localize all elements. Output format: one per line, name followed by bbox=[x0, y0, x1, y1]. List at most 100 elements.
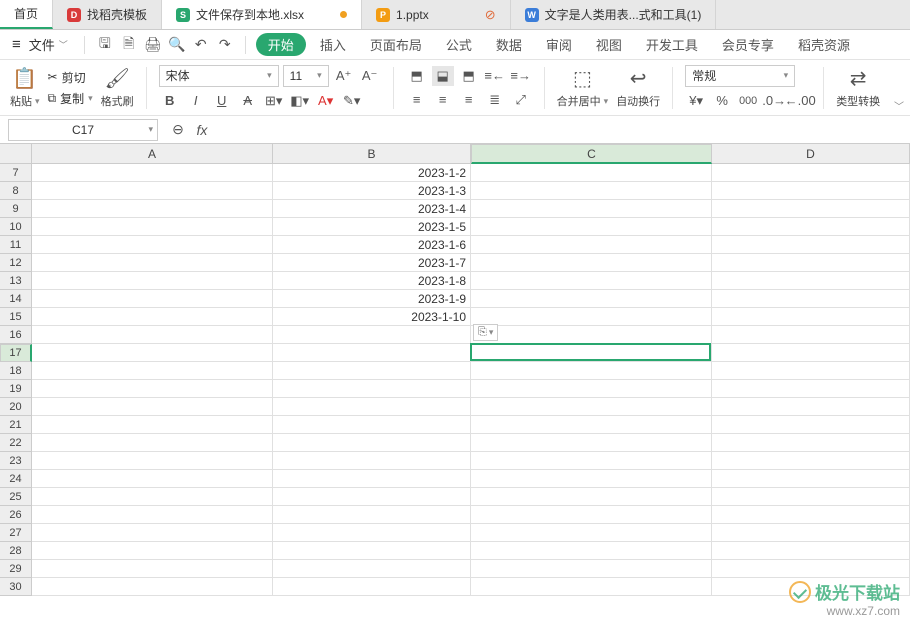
cell-D13[interactable] bbox=[712, 272, 910, 290]
sheet-area[interactable]: ABCD 2023-1-22023-1-32023-1-42023-1-5202… bbox=[32, 144, 910, 626]
print-icon[interactable]: 🖨 bbox=[143, 35, 163, 55]
cell-C7[interactable] bbox=[471, 164, 712, 182]
cell-A24[interactable] bbox=[32, 470, 273, 488]
tab-home[interactable]: 首页 bbox=[0, 0, 53, 29]
format-painter-button[interactable]: 🖌 格式刷 bbox=[101, 66, 134, 109]
row-header-9[interactable]: 9 bbox=[0, 200, 32, 218]
cell-C9[interactable] bbox=[471, 200, 712, 218]
row-header-19[interactable]: 19 bbox=[0, 380, 32, 398]
cell-B16[interactable] bbox=[273, 326, 471, 344]
row-header-7[interactable]: 7 bbox=[0, 164, 32, 182]
cell-A16[interactable] bbox=[32, 326, 273, 344]
undo-icon[interactable]: ↶ bbox=[191, 35, 211, 55]
decrease-decimal-button[interactable]: .0→ bbox=[763, 91, 785, 111]
cell-D7[interactable] bbox=[712, 164, 910, 182]
cell-D25[interactable] bbox=[712, 488, 910, 506]
cell-A29[interactable] bbox=[32, 560, 273, 578]
strike-button[interactable]: A bbox=[237, 91, 259, 111]
cell-B28[interactable] bbox=[273, 542, 471, 560]
cell-B26[interactable] bbox=[273, 506, 471, 524]
collapse-ribbon-button[interactable]: ﹀ bbox=[894, 98, 904, 113]
row-header-22[interactable]: 22 bbox=[0, 434, 32, 452]
cell-C18[interactable] bbox=[471, 362, 712, 380]
row-header-21[interactable]: 21 bbox=[0, 416, 32, 434]
orientation-button[interactable]: ⤢ bbox=[510, 90, 532, 110]
underline-button[interactable]: U bbox=[211, 91, 233, 111]
cell-B15[interactable]: 2023-1-10 bbox=[273, 308, 471, 326]
cut-button[interactable]: ✂剪切 bbox=[48, 69, 93, 86]
cell-A26[interactable] bbox=[32, 506, 273, 524]
paste-options-button[interactable]: ⎘▾ bbox=[473, 324, 498, 341]
cell-A28[interactable] bbox=[32, 542, 273, 560]
cell-A30[interactable] bbox=[32, 578, 273, 596]
column-header-C[interactable]: C bbox=[471, 144, 712, 164]
cell-D11[interactable] bbox=[712, 236, 910, 254]
row-header-14[interactable]: 14 bbox=[0, 290, 32, 308]
fx-button[interactable]: fx bbox=[190, 122, 214, 138]
cell-D12[interactable] bbox=[712, 254, 910, 272]
justify-button[interactable]: ≣ bbox=[484, 90, 506, 110]
cell-A13[interactable] bbox=[32, 272, 273, 290]
decrease-font-button[interactable]: A⁻ bbox=[359, 66, 381, 86]
row-header-25[interactable]: 25 bbox=[0, 488, 32, 506]
cell-D16[interactable] bbox=[712, 326, 910, 344]
cell-A12[interactable] bbox=[32, 254, 273, 272]
paste-button[interactable]: 📋 粘贴▾ bbox=[10, 66, 40, 109]
row-header-17[interactable]: 17 bbox=[0, 344, 32, 362]
cell-C26[interactable] bbox=[471, 506, 712, 524]
highlight-button[interactable]: ✎▾ bbox=[341, 91, 363, 111]
cell-A23[interactable] bbox=[32, 452, 273, 470]
align-center-button[interactable]: ≡ bbox=[432, 90, 454, 110]
hamburger-icon[interactable]: ≡ bbox=[8, 36, 25, 53]
align-bottom-button[interactable]: ⬒ bbox=[458, 66, 480, 86]
cell-A7[interactable] bbox=[32, 164, 273, 182]
cell-C12[interactable] bbox=[471, 254, 712, 272]
cell-A17[interactable] bbox=[32, 344, 273, 362]
indent-decrease-button[interactable]: ≡← bbox=[484, 66, 506, 86]
row-header-15[interactable]: 15 bbox=[0, 308, 32, 326]
cell-C13[interactable] bbox=[471, 272, 712, 290]
indent-increase-button[interactable]: ≡→ bbox=[510, 66, 532, 86]
menu-devtools[interactable]: 开发工具 bbox=[636, 35, 708, 54]
cell-D20[interactable] bbox=[712, 398, 910, 416]
wrap-text-button[interactable]: ↩ 自动换行 bbox=[616, 66, 660, 109]
cell-B9[interactable]: 2023-1-4 bbox=[273, 200, 471, 218]
cell-D28[interactable] bbox=[712, 542, 910, 560]
tab-xlsx[interactable]: S文件保存到本地.xlsx bbox=[162, 0, 362, 29]
menu-view[interactable]: 视图 bbox=[586, 35, 632, 54]
align-left-button[interactable]: ≡ bbox=[406, 90, 428, 110]
name-box[interactable]: C17 ▾ bbox=[8, 119, 158, 141]
cell-C17[interactable] bbox=[471, 344, 712, 362]
row-header-8[interactable]: 8 bbox=[0, 182, 32, 200]
save-as-icon[interactable]: 🗎 bbox=[119, 35, 139, 55]
row-header-18[interactable]: 18 bbox=[0, 362, 32, 380]
cell-D29[interactable] bbox=[712, 560, 910, 578]
number-format-select[interactable]: 常规▾ bbox=[685, 65, 795, 87]
print-preview-icon[interactable]: 🔍 bbox=[167, 35, 187, 55]
row-header-27[interactable]: 27 bbox=[0, 524, 32, 542]
cell-B23[interactable] bbox=[273, 452, 471, 470]
cell-C19[interactable] bbox=[471, 380, 712, 398]
cell-B11[interactable]: 2023-1-6 bbox=[273, 236, 471, 254]
cell-B20[interactable] bbox=[273, 398, 471, 416]
cell-C28[interactable] bbox=[471, 542, 712, 560]
row-header-26[interactable]: 26 bbox=[0, 506, 32, 524]
cell-B13[interactable]: 2023-1-8 bbox=[273, 272, 471, 290]
cell-C10[interactable] bbox=[471, 218, 712, 236]
menu-review[interactable]: 审阅 bbox=[536, 35, 582, 54]
row-header-24[interactable]: 24 bbox=[0, 470, 32, 488]
font-name-select[interactable]: 宋体▾ bbox=[159, 65, 279, 87]
tab-pptx[interactable]: P1.pptx⊘ bbox=[362, 0, 511, 29]
font-size-select[interactable]: 11▾ bbox=[283, 65, 329, 87]
redo-icon[interactable]: ↷ bbox=[215, 35, 235, 55]
align-top-button[interactable]: ⬒ bbox=[406, 66, 428, 86]
cell-D23[interactable] bbox=[712, 452, 910, 470]
currency-button[interactable]: ¥▾ bbox=[685, 91, 707, 111]
row-header-23[interactable]: 23 bbox=[0, 452, 32, 470]
row-header-13[interactable]: 13 bbox=[0, 272, 32, 290]
cell-C25[interactable] bbox=[471, 488, 712, 506]
cell-C16[interactable] bbox=[471, 326, 712, 344]
menu-page-layout[interactable]: 页面布局 bbox=[360, 35, 432, 54]
cell-B24[interactable] bbox=[273, 470, 471, 488]
row-header-16[interactable]: 16 bbox=[0, 326, 32, 344]
